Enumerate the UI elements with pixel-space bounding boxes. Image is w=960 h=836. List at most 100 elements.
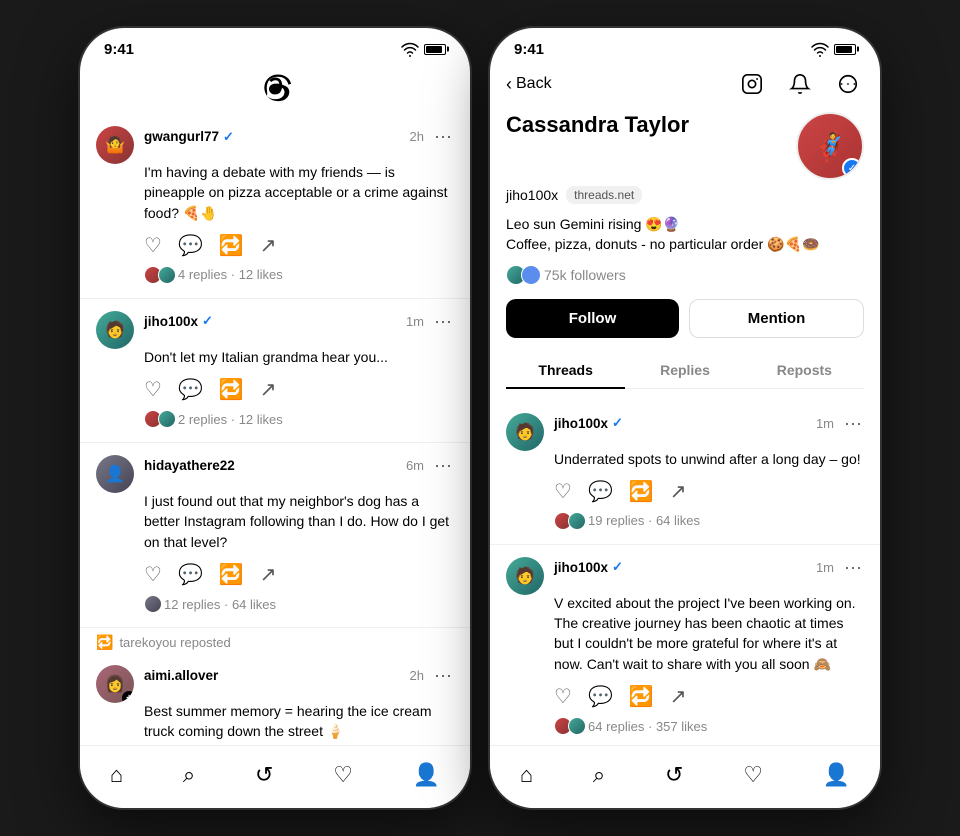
tab-replies[interactable]: Replies xyxy=(625,352,744,388)
profile-followers: 75k followers xyxy=(506,265,864,285)
post-actions-3: ♡ 💬 🔁 ↗ xyxy=(144,562,454,587)
comment-btn-1[interactable]: 💬 xyxy=(178,233,203,258)
more-options-icon[interactable] xyxy=(832,68,864,100)
bio-line-2: Coffee, pizza, donuts - no particular or… xyxy=(506,234,864,254)
username-3: hidayathere22 xyxy=(144,458,235,473)
profile-more-dots-2[interactable]: ··· xyxy=(842,557,864,578)
profile-post-content-2: V excited about the project I've been wo… xyxy=(554,593,864,735)
profile-mini-avatar-1b xyxy=(568,512,586,530)
verified-1: ✓ xyxy=(223,129,234,145)
tab-threads[interactable]: Threads xyxy=(506,352,625,388)
post-actions-1: ♡ 💬 🔁 ↗ xyxy=(144,233,454,258)
more-dots-3[interactable]: ··· xyxy=(432,455,454,476)
header-action-icons xyxy=(736,68,864,100)
profile-post-avatar-1: 🧑 xyxy=(506,413,544,451)
share-btn-2[interactable]: ↗ xyxy=(260,377,277,402)
repost-label: 🔁 tarekoyou reposted xyxy=(80,628,470,653)
avatar-plus-icon: + xyxy=(122,691,134,703)
like-btn-2[interactable]: ♡ xyxy=(144,377,162,402)
profile-share-1[interactable]: ↗ xyxy=(670,479,687,504)
bell-icon[interactable] xyxy=(784,68,816,100)
profile-post-content-1: Underrated spots to unwind after a long … xyxy=(554,449,864,530)
bio-line-1: Leo sun Gemini rising 😍🔮 xyxy=(506,214,864,234)
share-btn-1[interactable]: ↗ xyxy=(260,233,277,258)
nav-profile-1[interactable]: 👤 xyxy=(405,758,448,792)
tab-reposts[interactable]: Reposts xyxy=(745,352,864,388)
post-content-2: Don't let my Italian grandma hear you...… xyxy=(144,347,454,428)
profile-comment-1[interactable]: 💬 xyxy=(588,479,613,504)
profile-verified-ring: ✓ xyxy=(842,158,862,178)
profile-post-text-1: Underrated spots to unwind after a long … xyxy=(554,449,864,469)
post-hidayathere22: 👤 hidayathere22 6m ··· I just found out … xyxy=(80,443,470,628)
more-dots-1[interactable]: ··· xyxy=(432,126,454,147)
reposter-name: tarekoyou reposted xyxy=(119,635,230,650)
mini-avatar-2b xyxy=(158,410,176,428)
battery-icon-2 xyxy=(834,44,856,55)
status-time-1: 9:41 xyxy=(104,41,134,58)
post-time-3: 6m ··· xyxy=(406,455,454,476)
avatar-stack-2 xyxy=(144,410,172,428)
back-button[interactable]: ‹ Back xyxy=(506,74,552,95)
profile-header-bar: ‹ Back xyxy=(490,62,880,108)
profile-more-dots-1[interactable]: ··· xyxy=(842,413,864,434)
more-dots-2[interactable]: ··· xyxy=(432,311,454,332)
status-icons-2 xyxy=(788,40,856,58)
nav-search-2[interactable]: ⌕ xyxy=(585,758,613,792)
follow-button[interactable]: Follow xyxy=(506,299,679,338)
like-btn-3[interactable]: ♡ xyxy=(144,562,162,587)
avatar-jiho100x: 🧑 xyxy=(96,311,134,349)
nav-home-1[interactable]: ⌂ xyxy=(102,758,131,792)
avatar-stack-3 xyxy=(144,595,158,613)
profile-post-username-1: jiho100x xyxy=(554,416,608,431)
profile-stats-text-1: 19 replies · 64 likes xyxy=(588,513,700,528)
profile-share-2[interactable]: ↗ xyxy=(670,684,687,709)
profile-post-time-1: 1m ··· xyxy=(816,413,864,434)
profile-post-user-1: jiho100x ✓ xyxy=(554,415,623,431)
handle-text: jiho100x xyxy=(506,187,558,203)
likes-count-3: 64 likes xyxy=(232,597,276,612)
instagram-icon[interactable] xyxy=(736,68,768,100)
profile-avatar-stack-1 xyxy=(554,512,582,530)
profile-avatar-large: 🦸 ✓ xyxy=(796,112,864,180)
profile-post-header-2: 🧑 jiho100x ✓ 1m ··· xyxy=(506,557,864,595)
profile-repost-2[interactable]: 🔁 xyxy=(629,684,654,709)
profile-comment-2[interactable]: 💬 xyxy=(588,684,613,709)
replies-count-1: 4 replies xyxy=(178,267,227,282)
bottom-nav-2: ⌂ ⌕ ↺ ♡ 👤 xyxy=(490,745,880,808)
nav-compose-2[interactable]: ↺ xyxy=(657,758,691,792)
nav-search-1[interactable]: ⌕ xyxy=(175,758,203,792)
comment-btn-3[interactable]: 💬 xyxy=(178,562,203,587)
share-btn-3[interactable]: ↗ xyxy=(260,562,277,587)
repost-btn-2[interactable]: 🔁 xyxy=(219,377,244,402)
profile-post-stats-1: 19 replies · 64 likes xyxy=(554,512,864,530)
profile-repost-1[interactable]: 🔁 xyxy=(629,479,654,504)
mention-button[interactable]: Mention xyxy=(689,299,864,338)
like-btn-1[interactable]: ♡ xyxy=(144,233,162,258)
tab-replies-label: Replies xyxy=(660,362,710,378)
comment-btn-2[interactable]: 💬 xyxy=(178,377,203,402)
phone-profile: 9:41 xyxy=(490,28,880,808)
nav-profile-2[interactable]: 👤 xyxy=(815,758,858,792)
profile-like-2[interactable]: ♡ xyxy=(554,684,572,709)
time-2: 1m xyxy=(406,314,424,329)
profile-like-1[interactable]: ♡ xyxy=(554,479,572,504)
nav-compose-1[interactable]: ↺ xyxy=(247,758,281,792)
profile-avatar-stack-2 xyxy=(554,717,582,735)
repost-btn-1[interactable]: 🔁 xyxy=(219,233,244,258)
profile-post-meta-2: jiho100x ✓ 1m ··· xyxy=(554,557,864,578)
nav-home-2[interactable]: ⌂ xyxy=(512,758,541,792)
follower-mini-2 xyxy=(521,265,541,285)
username-4: aimi.allover xyxy=(144,668,218,683)
post-meta-1: gwangurl77 ✓ 2h ··· xyxy=(144,126,454,147)
post-stats-text-3: 12 replies · 64 likes xyxy=(164,597,276,612)
threads-logo xyxy=(80,62,470,114)
post-header-4: 👩 + aimi.allover 2h ··· xyxy=(96,665,454,703)
nav-heart-2[interactable]: ♡ xyxy=(735,758,771,792)
replies-count-3: 12 replies xyxy=(164,597,220,612)
back-chevron-icon: ‹ xyxy=(506,74,512,95)
profile-stats-text-2: 64 replies · 357 likes xyxy=(588,719,707,734)
more-dots-4[interactable]: ··· xyxy=(432,665,454,686)
nav-heart-1[interactable]: ♡ xyxy=(325,758,361,792)
repost-btn-3[interactable]: 🔁 xyxy=(219,562,244,587)
mini-avatar-3a xyxy=(144,595,162,613)
